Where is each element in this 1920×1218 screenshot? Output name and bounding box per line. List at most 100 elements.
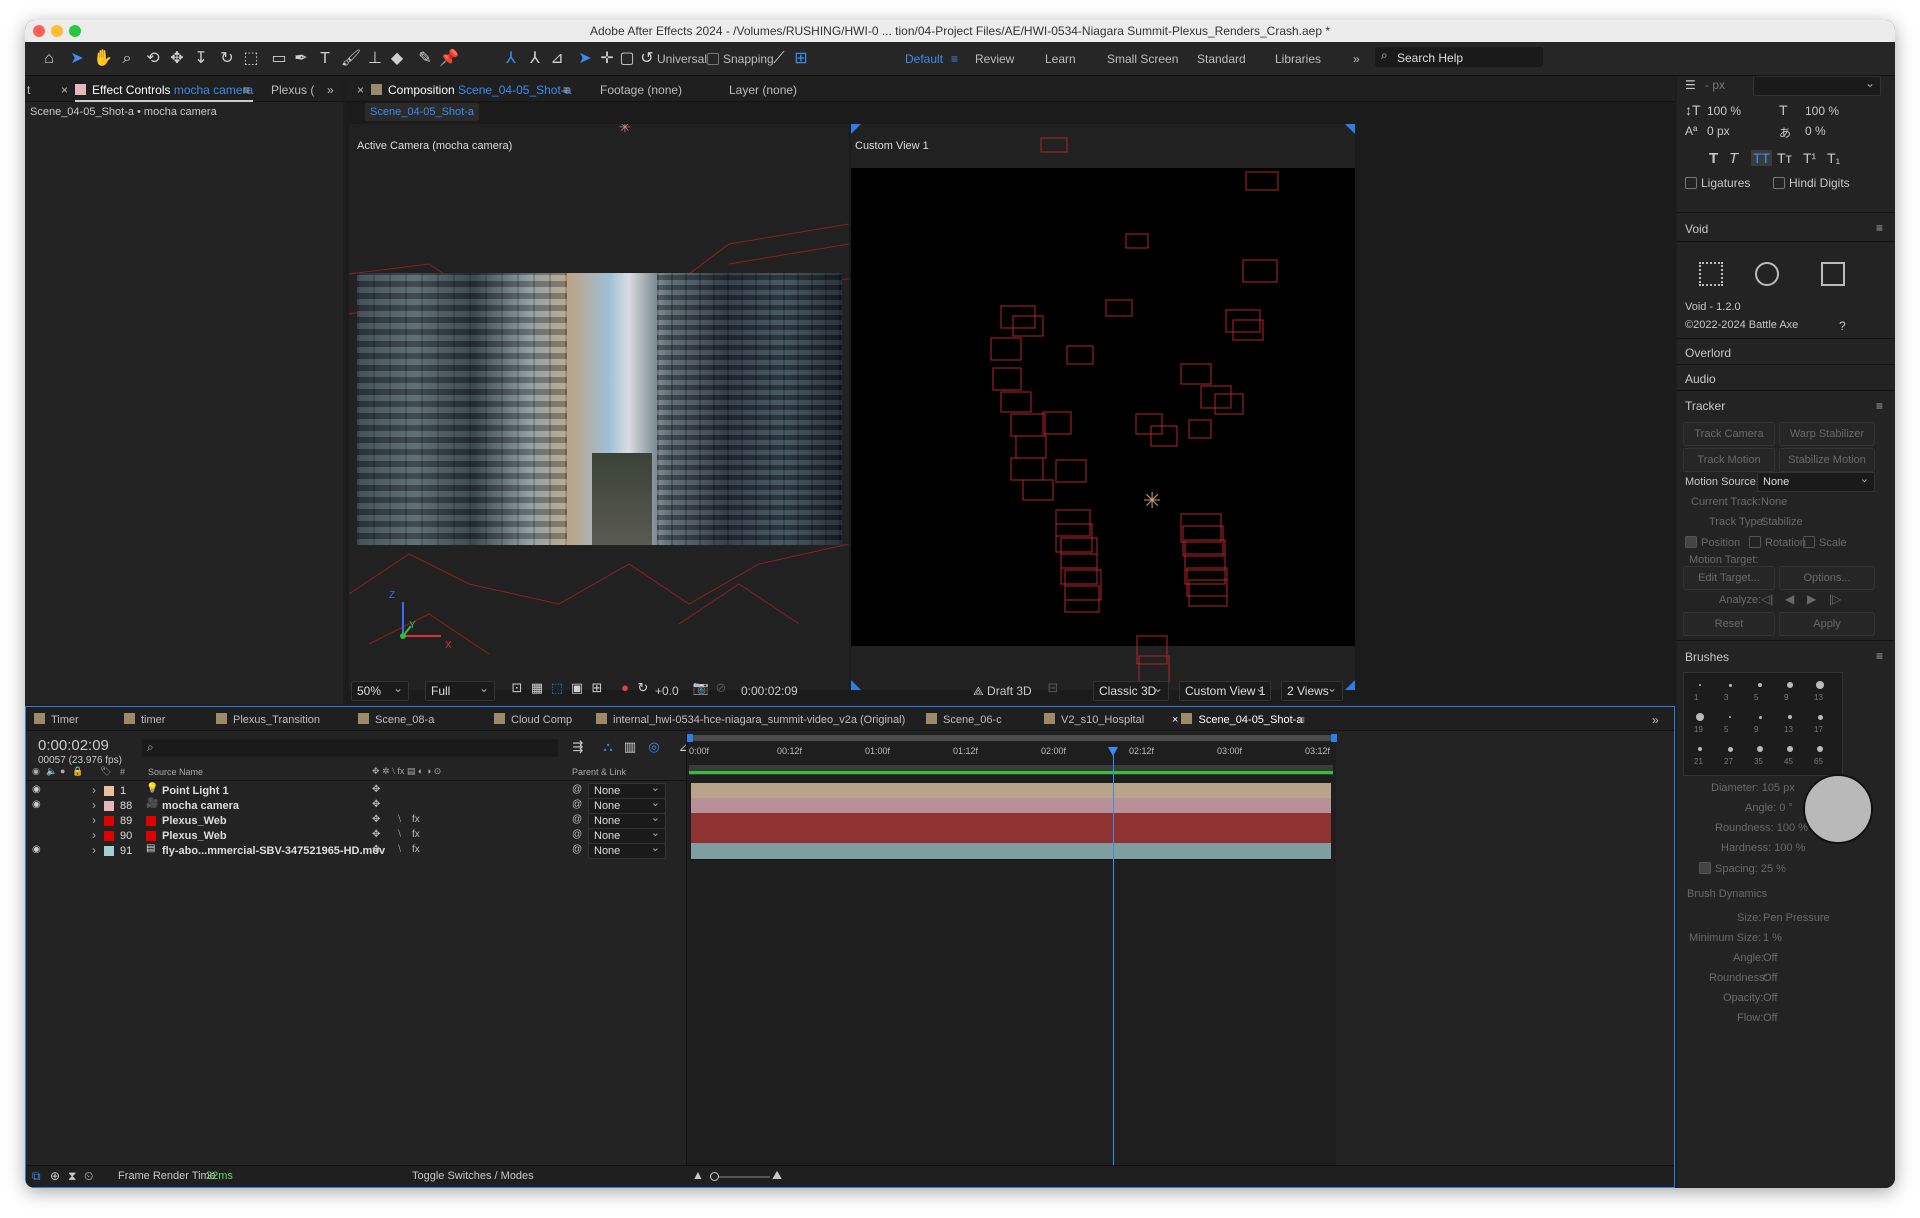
stabilize-motion-button[interactable]: Stabilize Motion — [1779, 448, 1875, 472]
timeline-tab[interactable]: Scene_08-a — [358, 713, 434, 726]
shy-switch-icon[interactable]: ✥ — [372, 829, 380, 840]
visibility-eye-icon[interactable]: ◉ — [32, 799, 41, 810]
workspace-libraries[interactable]: Libraries — [1275, 52, 1321, 66]
expand-inout-icon[interactable]: ⧗ — [68, 1169, 76, 1184]
effects-switch-icon[interactable]: fx — [412, 844, 420, 855]
rotate-gizmo-icon[interactable]: ↺ — [635, 47, 659, 71]
tsume-value[interactable]: 0 % — [1805, 124, 1826, 138]
position-checkbox[interactable]: Position — [1685, 536, 1740, 549]
expand-chevron-icon[interactable]: › — [92, 843, 96, 857]
audio-header[interactable]: Audio — [1677, 364, 1895, 390]
axis-world-icon[interactable]: ⅄ — [523, 47, 547, 71]
workspace-menu-icon[interactable]: ≡ — [951, 52, 958, 66]
tab-composition[interactable]: Composition Scene_04-05_Shot-a — [371, 83, 571, 97]
reset-exposure-icon[interactable]: ↻ — [631, 676, 655, 700]
void-solid-icon[interactable] — [1821, 262, 1845, 286]
visibility-eye-icon[interactable]: ◉ — [32, 844, 41, 855]
hand-tool-icon[interactable]: ✋ — [91, 47, 115, 71]
pen-tool-icon[interactable]: ✒ — [289, 47, 313, 71]
brush-flow-dropdown[interactable]: Off — [1763, 1012, 1777, 1024]
analyze-back-icon[interactable]: ◁| — [1761, 592, 1773, 606]
kerning-dropdown[interactable] — [1753, 74, 1881, 96]
close-window-button[interactable] — [33, 25, 45, 37]
timeline-tab[interactable]: Scene_06-c — [926, 713, 1002, 726]
expand-chevron-icon[interactable]: › — [92, 783, 96, 797]
faux-italic-button[interactable]: T — [1729, 150, 1738, 167]
track-type-dropdown[interactable]: Stabilize — [1761, 516, 1803, 528]
dolly-tool-icon[interactable]: ↧ — [189, 47, 213, 71]
brush-tip[interactable] — [1787, 682, 1793, 688]
pan-tool-icon[interactable]: ✥ — [165, 47, 189, 71]
timeline-tab[interactable]: Cloud Comp — [494, 713, 572, 726]
timeline-tab[interactable]: × Scene_04-05_Shot-a — [1172, 713, 1302, 726]
brush-tip[interactable] — [1787, 746, 1793, 752]
universal-select-icon[interactable]: ➤ — [573, 47, 597, 71]
show-snapshot-icon[interactable]: ⊘ — [709, 676, 733, 700]
tab-effect-controls[interactable]: Effect Controls mocha camera — [75, 83, 254, 102]
zoom-tool-icon[interactable]: ⌕ — [115, 47, 139, 71]
brush-tip[interactable] — [1729, 716, 1731, 718]
exposure-value[interactable]: +0.0 — [655, 684, 679, 698]
clone-stamp-icon[interactable]: ⊥ — [363, 47, 387, 71]
expand-chevron-icon[interactable]: › — [92, 813, 96, 827]
void-help-button[interactable]: ? — [1839, 319, 1846, 333]
workspace-small-screen[interactable]: Small Screen — [1107, 52, 1178, 66]
motion-source-dropdown[interactable]: None — [1757, 470, 1875, 492]
label-color[interactable] — [104, 786, 114, 796]
expand-chevron-icon[interactable]: › — [92, 798, 96, 812]
layer-name[interactable]: mocha camera — [162, 800, 239, 812]
brush-tip[interactable] — [1758, 683, 1762, 687]
label-color[interactable] — [104, 831, 114, 841]
panel-menu-icon[interactable]: ≡ — [1298, 713, 1305, 727]
brush-tool-icon[interactable]: 🖌 — [339, 47, 363, 71]
workspace-default[interactable]: Default — [905, 52, 943, 66]
toggle-switches-button[interactable]: Toggle Switches / Modes — [412, 1170, 534, 1182]
effects-switch-icon[interactable]: fx — [412, 814, 420, 825]
brush-tip[interactable] — [1727, 746, 1733, 752]
visibility-eye-icon[interactable]: ◉ — [32, 784, 41, 795]
void-null-icon[interactable] — [1699, 262, 1723, 286]
render-time-icon[interactable]: ⏲ — [84, 1169, 93, 1184]
panel-menu-icon[interactable]: ≡ — [243, 83, 250, 97]
brush-tip[interactable] — [1788, 715, 1792, 719]
tab-layer[interactable]: Layer (none) — [729, 83, 797, 97]
layer-row[interactable]: ◉ › 91 ▤ fly-abo...mmercial-SBV-347521965-HD… — [26, 841, 686, 861]
brush-tip[interactable] — [1698, 747, 1702, 751]
roto-brush-icon[interactable]: ✎ — [413, 47, 437, 71]
label-color[interactable] — [104, 846, 114, 856]
shy-switch-icon[interactable]: ✥ — [372, 844, 380, 855]
resolution-dropdown[interactable]: Full — [425, 679, 495, 701]
workspace-standard[interactable]: Standard — [1197, 52, 1246, 66]
void-header[interactable]: Void ≡ — [1677, 212, 1895, 242]
draft-3d-timeline-icon[interactable]: ⛬ — [596, 735, 620, 759]
zoom-in-icon[interactable]: ⛰ — [772, 1168, 782, 1183]
rectangle-tool-icon[interactable]: ▭ — [267, 47, 291, 71]
brush-tip[interactable] — [1696, 713, 1704, 721]
3d-view-dropdown[interactable]: Custom View 1 — [1179, 679, 1271, 701]
panel-overflow-icon[interactable]: » — [327, 83, 334, 97]
parent-dropdown[interactable]: None — [588, 841, 666, 859]
close-tab-icon[interactable]: × — [357, 83, 364, 97]
timeline-tab[interactable]: V2_s10_Hospital — [1044, 713, 1144, 726]
rotate-tool-icon[interactable]: ↻ — [215, 47, 239, 71]
quality-switch-icon[interactable]: ⧵ — [398, 844, 401, 855]
pick-whip-icon[interactable]: @ — [572, 799, 582, 810]
layer-name[interactable]: Point Light 1 — [162, 785, 229, 797]
shy-switch-icon[interactable]: ✥ — [372, 799, 380, 810]
work-area-bar[interactable] — [687, 734, 1337, 742]
analyze-back-frame-icon[interactable]: ◀ — [1785, 592, 1794, 606]
extended-viewer-icon[interactable]: ⊟ — [1041, 676, 1065, 700]
timeline-tab[interactable]: Timer — [34, 713, 79, 726]
layer-name[interactable]: Plexus_Web — [162, 815, 227, 827]
scale-checkbox[interactable]: Scale — [1803, 536, 1847, 549]
quality-switch-icon[interactable]: ⧵ — [398, 829, 401, 840]
playhead[interactable] — [1108, 747, 1118, 1183]
label-color[interactable] — [104, 801, 114, 811]
edit-target-button[interactable]: Edit Target... — [1683, 566, 1775, 590]
orbit-tool-icon[interactable]: ⟲ — [141, 47, 165, 71]
shy-switch-icon[interactable]: ✥ — [372, 814, 380, 825]
workspace-overflow-icon[interactable]: » — [1353, 52, 1360, 66]
type-tool-icon[interactable]: T — [313, 47, 337, 71]
snapping-toggle[interactable]: Snapping — [707, 52, 774, 66]
current-time[interactable]: 0:00:02:09 — [741, 684, 798, 698]
